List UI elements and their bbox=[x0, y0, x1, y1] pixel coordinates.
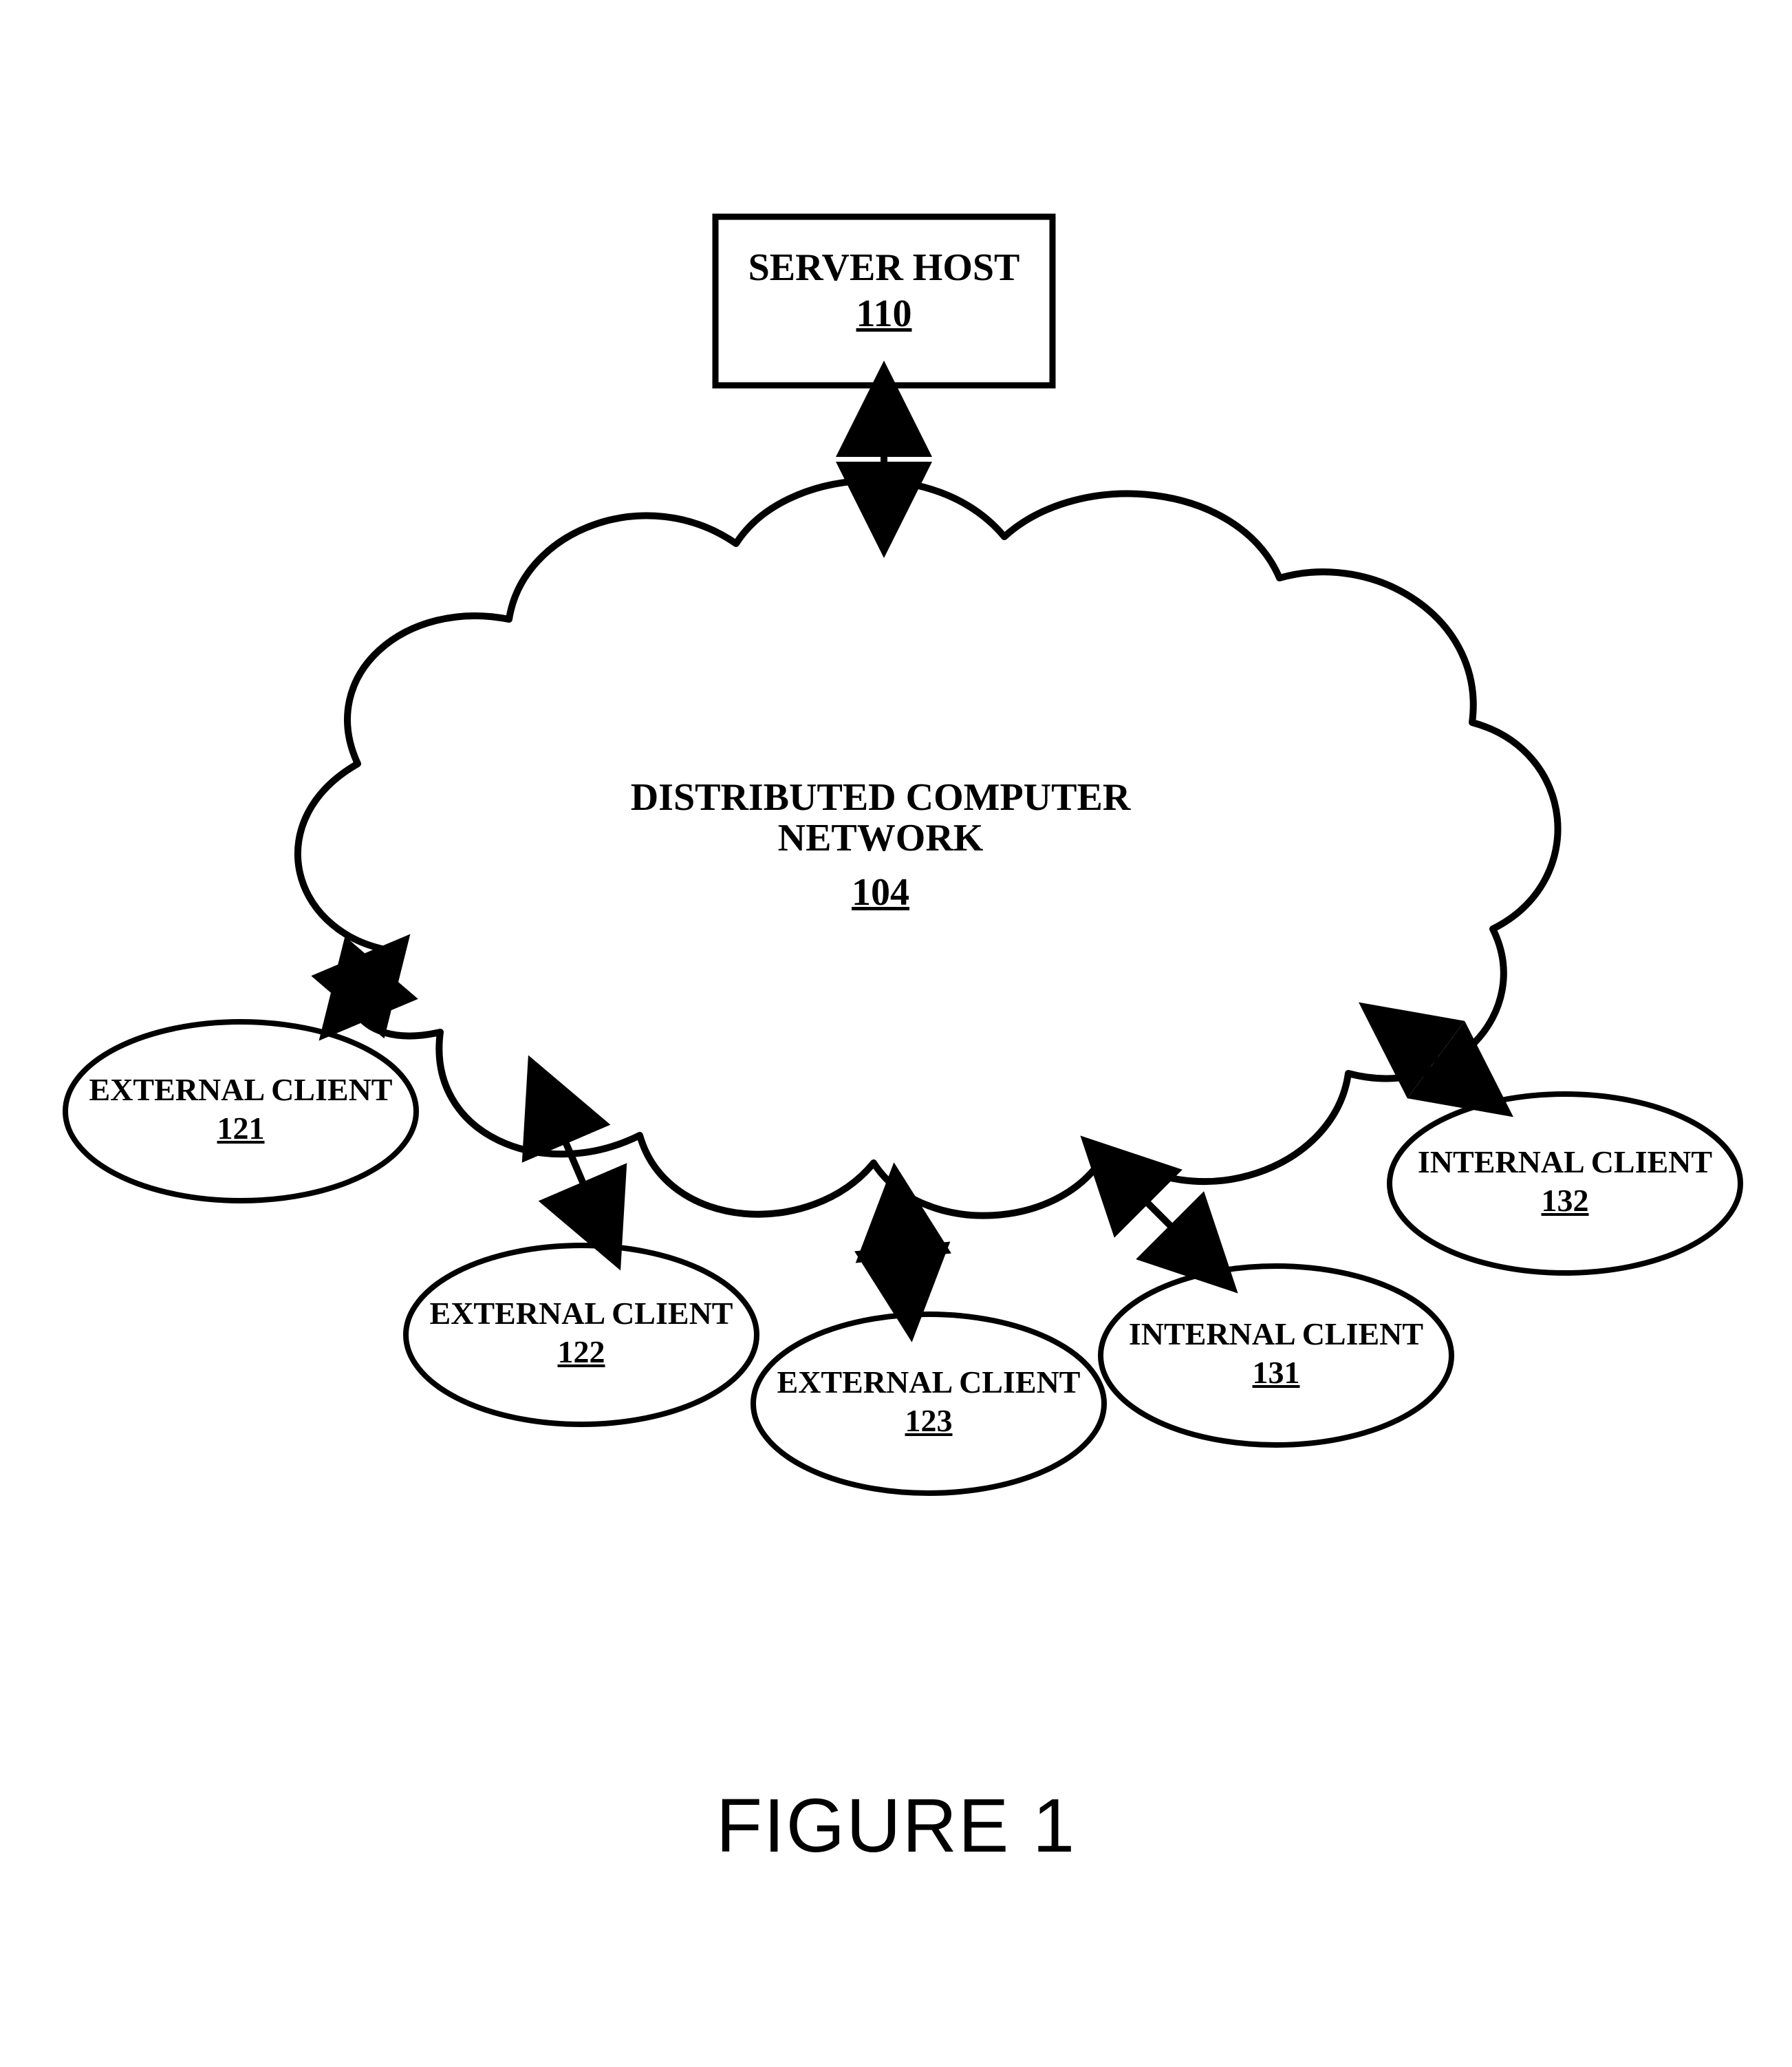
client-ext123-outline bbox=[753, 1314, 1104, 1493]
figure-caption: FIGURE 1 bbox=[0, 1782, 1792, 1870]
arrow-cloud-int132 bbox=[1390, 1025, 1482, 1094]
diagram-svg bbox=[0, 0, 1792, 2067]
client-ext122-outline bbox=[406, 1245, 757, 1424]
arrow-cloud-ext122 bbox=[543, 1091, 605, 1235]
arrow-cloud-ext123 bbox=[898, 1201, 908, 1304]
client-int132-outline bbox=[1390, 1094, 1740, 1273]
server-host-box bbox=[715, 217, 1052, 385]
cloud-outline bbox=[298, 480, 1558, 1215]
client-ext121-outline bbox=[65, 1022, 416, 1201]
client-int131-outline bbox=[1101, 1266, 1451, 1445]
diagram-canvas: SERVER HOST 110 DISTRIBUTED COMPUTER NET… bbox=[0, 0, 1792, 2067]
